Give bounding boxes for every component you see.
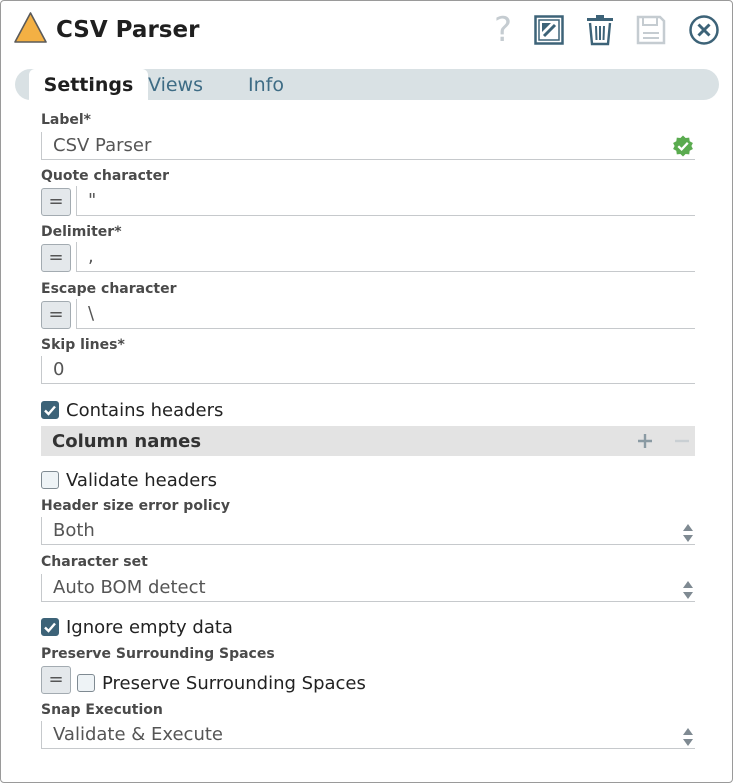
label-input[interactable]: CSV Parser: [41, 132, 695, 160]
warning-triangle-icon: [14, 12, 47, 43]
help-button[interactable]: ?: [486, 13, 520, 47]
escape-character-input[interactable]: \: [76, 299, 695, 329]
column-names-section: Column names: [41, 426, 695, 456]
csv-parser-dialog: CSV Parser ? Settings Views Info Label* …: [0, 0, 733, 783]
delete-button[interactable]: [583, 13, 617, 47]
dialog-header: CSV Parser ?: [1, 1, 732, 61]
export-button[interactable]: [532, 13, 566, 47]
preserve-spaces-row[interactable]: Preserve Surrounding Spaces: [77, 672, 366, 694]
character-set-select[interactable]: Auto BOM detect: [41, 574, 695, 602]
label-input-value: CSV Parser: [53, 135, 152, 156]
select-arrows-icon: [683, 581, 693, 599]
preserve-spaces-checkbox[interactable]: [77, 674, 95, 692]
delimiter-label: Delimiter*: [41, 224, 122, 240]
character-set-label: Character set: [41, 554, 148, 570]
contains-headers-row[interactable]: Contains headers: [41, 399, 223, 421]
preserve-expression-toggle[interactable]: =: [41, 666, 71, 694]
dialog-title: CSV Parser: [56, 17, 200, 43]
export-icon: [534, 15, 564, 45]
tab-bar: Settings Views Info: [15, 69, 719, 100]
snap-execution-label: Snap Execution: [41, 702, 163, 718]
header-size-policy-label: Header size error policy: [41, 498, 230, 514]
ignore-empty-data-checkbox[interactable]: [41, 618, 59, 636]
label-field-label: Label*: [41, 112, 92, 128]
select-arrows-icon: [683, 524, 693, 542]
quote-character-input[interactable]: ": [76, 186, 695, 216]
close-icon: [689, 15, 719, 45]
ignore-empty-data-row[interactable]: Ignore empty data: [41, 616, 233, 638]
escape-expression-toggle[interactable]: =: [41, 301, 71, 329]
snap-execution-value: Validate & Execute: [53, 724, 223, 745]
skip-lines-input[interactable]: 0: [41, 356, 695, 384]
tab-info[interactable]: Info: [248, 69, 284, 100]
valid-check-icon: [673, 135, 693, 157]
select-arrows-icon: [683, 728, 693, 746]
header-size-policy-select[interactable]: Both: [41, 517, 695, 545]
svg-text:?: ?: [494, 14, 512, 46]
character-set-value: Auto BOM detect: [53, 577, 206, 598]
delimiter-expression-toggle[interactable]: =: [41, 244, 71, 272]
preserve-spaces-title: Preserve Surrounding Spaces: [41, 646, 275, 662]
help-icon: ?: [494, 14, 512, 46]
tab-views[interactable]: Views: [148, 69, 203, 100]
remove-column-icon[interactable]: [674, 433, 690, 449]
validate-headers-checkbox[interactable]: [41, 471, 59, 489]
add-column-icon[interactable]: [637, 433, 653, 449]
contains-headers-label: Contains headers: [66, 399, 224, 421]
snap-execution-select[interactable]: Validate & Execute: [41, 721, 695, 749]
skip-lines-label: Skip lines*: [41, 337, 125, 353]
delimiter-input[interactable]: ,: [76, 242, 695, 272]
close-button[interactable]: [687, 13, 721, 47]
save-icon: [636, 15, 666, 45]
header-size-policy-value: Both: [53, 520, 95, 541]
escape-character-label: Escape character: [41, 281, 177, 297]
column-names-title: Column names: [52, 431, 202, 452]
quote-character-label: Quote character: [41, 168, 170, 184]
validate-headers-row[interactable]: Validate headers: [41, 469, 217, 491]
preserve-spaces-label: Preserve Surrounding Spaces: [102, 672, 366, 694]
save-button[interactable]: [634, 13, 668, 47]
checkmark-icon: [44, 622, 56, 633]
checkmark-icon: [44, 405, 56, 416]
tab-settings[interactable]: Settings: [29, 69, 148, 100]
trash-icon: [587, 15, 613, 46]
quote-expression-toggle[interactable]: =: [41, 188, 71, 216]
validate-headers-label: Validate headers: [66, 469, 218, 491]
contains-headers-checkbox[interactable]: [41, 401, 59, 419]
ignore-empty-data-label: Ignore empty data: [66, 616, 233, 638]
